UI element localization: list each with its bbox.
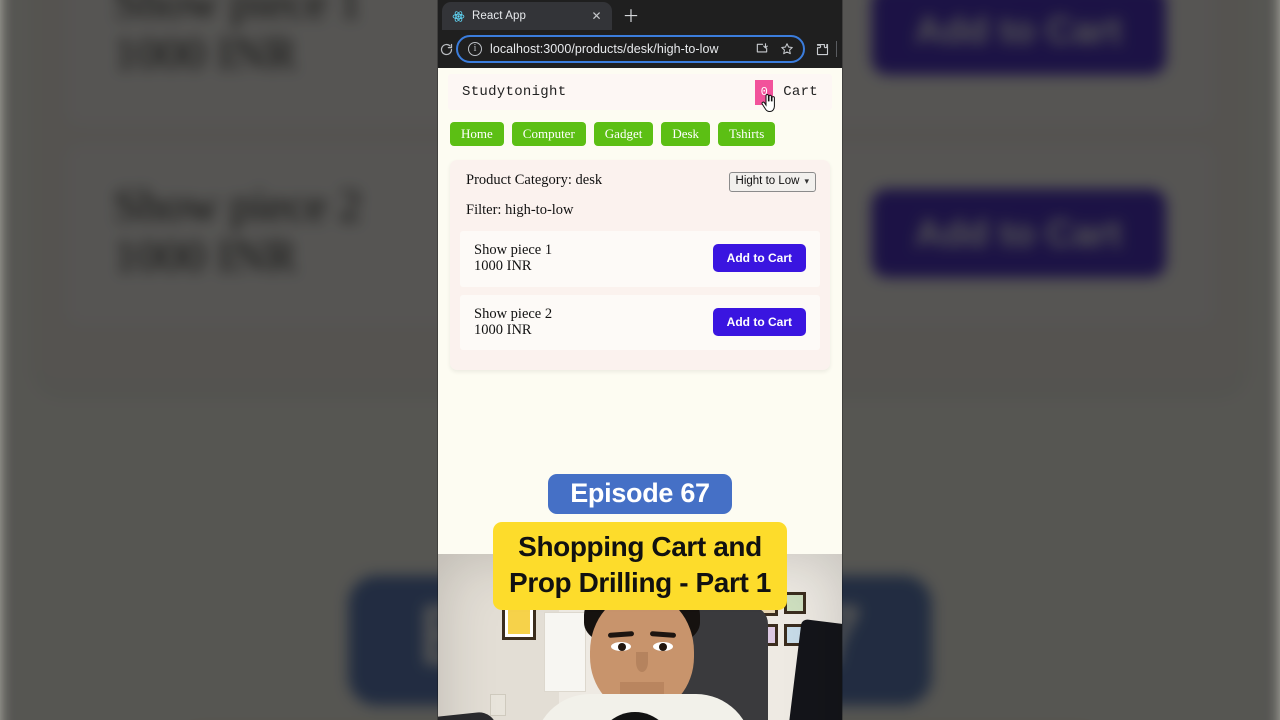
toolbar-divider bbox=[836, 41, 837, 57]
filter-label: Filter: high-to-low bbox=[466, 202, 574, 219]
plus-icon[interactable]: ＋ bbox=[618, 3, 644, 29]
nav-button-home[interactable]: Home bbox=[450, 122, 504, 146]
video-title-overlay: Episode 67 Shopping Cart and Prop Drilli… bbox=[438, 474, 842, 610]
product-list: Show piece 1 1000 INR Add to Cart Show p… bbox=[460, 231, 820, 351]
cart-widget[interactable]: 0 Cart bbox=[755, 79, 818, 112]
product-row: Show piece 2 1000 INR Add to Cart bbox=[460, 294, 820, 351]
product-info: Show piece 2 1000 INR bbox=[474, 306, 552, 338]
nav-button-computer[interactable]: Computer bbox=[511, 122, 586, 146]
app-header: Studytonight 0 Cart bbox=[448, 74, 832, 112]
url-text: localhost:3000/products/desk/high-to-low bbox=[490, 42, 719, 56]
browser-tab-react-app[interactable]: React App ✕ bbox=[442, 2, 612, 30]
add-to-cart-button[interactable]: Add to Cart bbox=[712, 307, 806, 336]
video-title-line-1: Shopping Cart and bbox=[518, 531, 762, 563]
product-row: Show piece 1 1000 INR Add to Cart bbox=[460, 231, 820, 287]
product-panel: Product Category: desk Hight to Low ▾ Fi… bbox=[450, 160, 830, 371]
sort-select[interactable]: Hight to Low ▾ bbox=[728, 172, 816, 193]
react-app-page: Studytonight 0 Cart Home Computer Gadget… bbox=[438, 74, 842, 720]
reload-icon[interactable] bbox=[438, 42, 454, 57]
product-category-label: Product Category: desk bbox=[466, 172, 603, 188]
browser-tab-strip: React App ✕ ＋ bbox=[438, 0, 842, 30]
video-title-line-2: Prop Drilling - Part 1 bbox=[509, 567, 771, 599]
address-bar[interactable]: i localhost:3000/products/desk/high-to-l… bbox=[456, 35, 805, 63]
info-circle-icon[interactable]: i bbox=[468, 42, 482, 56]
nav-button-gadget[interactable]: Gadget bbox=[593, 122, 654, 146]
star-icon[interactable] bbox=[778, 41, 795, 58]
add-to-cart-button[interactable]: Add to Cart bbox=[712, 244, 806, 273]
chevron-down-icon: ▾ bbox=[804, 176, 809, 187]
panel-header-row: Product Category: desk Hight to Low ▾ bbox=[460, 170, 820, 193]
product-name: Show piece 2 bbox=[474, 305, 553, 322]
browser-toolbar: i localhost:3000/products/desk/high-to-l… bbox=[438, 30, 842, 68]
sort-select-value: Hight to Low bbox=[735, 175, 800, 187]
product-info: Show piece 1 1000 INR bbox=[474, 242, 552, 274]
screenshot-stage: Studytonight 0 Cart Home Computer Gadget… bbox=[0, 0, 1280, 720]
install-app-icon[interactable] bbox=[753, 41, 770, 58]
product-name: Show piece 1 bbox=[474, 242, 553, 259]
browser-window: React App ✕ ＋ i localhost:3000/products/… bbox=[438, 0, 842, 720]
nav-button-desk[interactable]: Desk bbox=[661, 122, 711, 146]
close-icon[interactable]: ✕ bbox=[589, 9, 604, 24]
nav-button-tshirts[interactable]: Tshirts bbox=[718, 122, 776, 146]
video-title-badge: Shopping Cart and Prop Drilling - Part 1 bbox=[493, 522, 787, 610]
browser-tab-title: React App bbox=[472, 10, 526, 22]
react-logo-icon bbox=[452, 10, 465, 23]
category-nav: Home Computer Gadget Desk Tshirts bbox=[448, 122, 832, 146]
cart-label[interactable]: Cart bbox=[783, 84, 818, 100]
puzzle-extension-icon[interactable] bbox=[811, 42, 833, 57]
episode-badge: Episode 67 bbox=[548, 474, 732, 515]
brand-logo: Studytonight bbox=[462, 84, 567, 100]
cart-count-badge[interactable]: 0 bbox=[755, 79, 774, 105]
product-price: 1000 INR bbox=[474, 258, 532, 275]
product-price: 1000 INR bbox=[474, 321, 532, 338]
